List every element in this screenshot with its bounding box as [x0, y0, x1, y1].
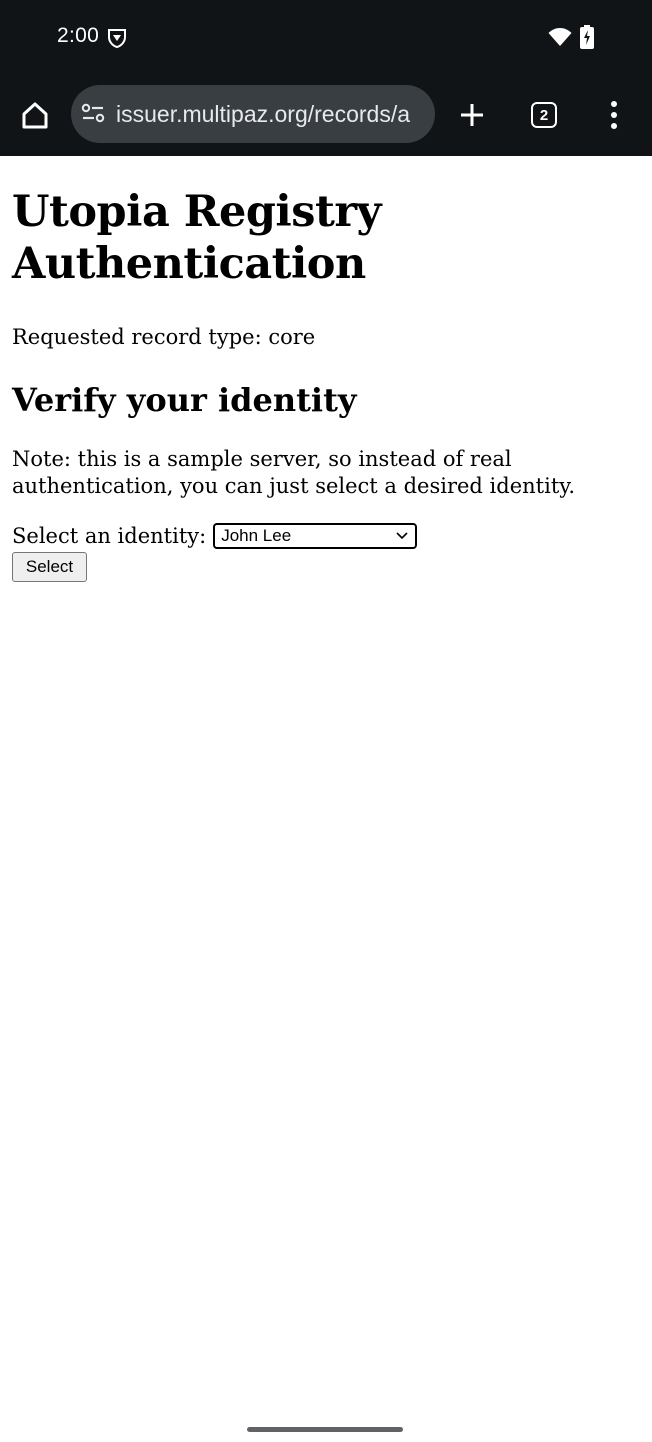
address-bar[interactable]: issuer.multipaz.org/records/a — [71, 85, 435, 143]
browser-toolbar: issuer.multipaz.org/records/a 2 — [0, 74, 652, 156]
plus-icon[interactable] — [455, 98, 489, 132]
gesture-nav-handle[interactable] — [247, 1427, 403, 1432]
page-title: Utopia Registry Authentication — [12, 187, 381, 289]
identity-selected-value: John Lee — [221, 526, 292, 545]
chevron-down-icon — [396, 532, 408, 540]
site-info-icon[interactable] — [81, 103, 105, 125]
status-time: 2:00 — [57, 24, 100, 47]
record-type-text: Requested record type: core — [12, 325, 316, 349]
select-button[interactable]: Select — [12, 552, 87, 582]
identity-label: Select an identity: — [12, 524, 207, 548]
url-text: issuer.multipaz.org/records/a — [116, 101, 411, 127]
status-bar: 2:00 — [0, 0, 652, 74]
identity-form-row: Select an identity: John Lee — [12, 521, 642, 551]
identity-select[interactable]: John Lee — [213, 523, 418, 549]
section-heading: Verify your identity — [12, 381, 357, 419]
home-button[interactable] — [17, 96, 53, 134]
menu-dots-icon[interactable] — [600, 98, 628, 132]
note-text: Note: this is a sample server, so instea… — [12, 447, 576, 498]
tab-switcher-button[interactable]: 2 — [531, 102, 557, 128]
home-icon — [22, 102, 48, 129]
wifi-icon — [548, 28, 572, 46]
vpn-shield-icon — [108, 29, 126, 49]
tab-count: 2 — [539, 106, 549, 124]
battery-charging-icon — [580, 25, 594, 49]
page-content: Utopia Registry Authentication Requested… — [12, 156, 642, 582]
